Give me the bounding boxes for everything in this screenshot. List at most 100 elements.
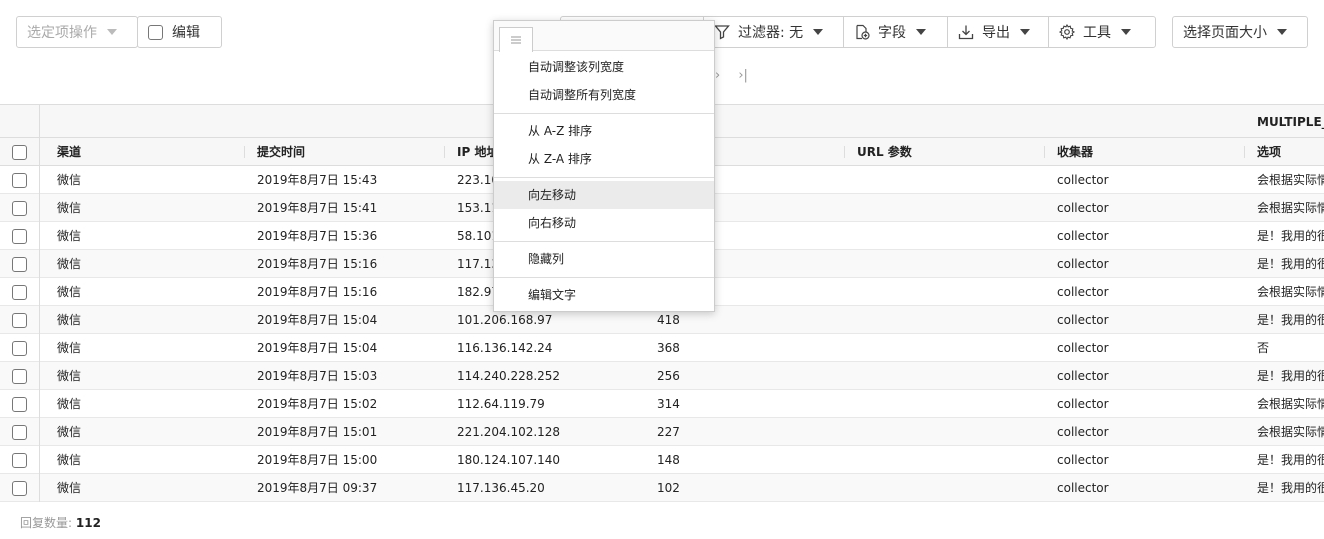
cell-submit-time: 2019年8月7日 15:41	[257, 201, 378, 215]
row-select-cell	[0, 222, 40, 250]
cell-channel: 微信	[57, 481, 82, 495]
row-checkbox[interactable]	[12, 256, 27, 272]
cell-option: 是！我用的很	[1257, 453, 1324, 467]
column-resizer[interactable]	[1244, 146, 1245, 158]
gear-icon	[1059, 24, 1075, 40]
cell-option: 会根据实际情	[1257, 397, 1324, 411]
row-checkbox[interactable]	[12, 368, 27, 384]
cell-submit-time: 2019年8月7日 15:36	[257, 229, 378, 243]
next-page-button[interactable]: ›	[715, 68, 720, 83]
cell-option: 是！我用的很	[1257, 481, 1324, 495]
table-row[interactable]: 微信 2019年8月7日 15:04 116.136.142.24 368 collec…	[0, 334, 1324, 362]
menu-item-autosize-column[interactable]: 自动调整该列宽度	[494, 53, 714, 81]
menu-item-move-left[interactable]: 向左移动	[494, 181, 714, 209]
cell-url-params: 256	[657, 369, 680, 383]
cell-collector: collector	[1057, 425, 1109, 439]
selected-ops-dropdown[interactable]: 选定项操作	[16, 16, 138, 48]
edit-checkbox[interactable]	[148, 24, 163, 40]
cell-collector: collector	[1057, 257, 1109, 271]
row-checkbox[interactable]	[12, 200, 27, 216]
menu-divider	[494, 277, 714, 278]
cell-url-params: 148	[657, 453, 680, 467]
column-header-channel[interactable]: 渠道	[57, 138, 81, 166]
cell-collector: collector	[1057, 341, 1109, 355]
menu-icon[interactable]	[499, 27, 533, 52]
menu-item-autosize-all-columns[interactable]: 自动调整所有列宽度	[494, 81, 714, 109]
cell-channel: 微信	[57, 453, 82, 467]
select-all-cell	[0, 138, 40, 166]
column-header-option[interactable]: 选项	[1257, 138, 1281, 166]
chevron-down-icon	[107, 29, 117, 35]
cell-collector: collector	[1057, 285, 1109, 299]
cell-option: 否	[1257, 341, 1270, 355]
cell-channel: 微信	[57, 313, 82, 327]
table-row[interactable]: 微信 2019年8月7日 09:37 117.136.45.20 102 collect…	[0, 474, 1324, 502]
filter-icon	[714, 24, 730, 40]
download-icon	[958, 24, 974, 40]
cell-ip: 114.240.228.252	[457, 369, 561, 383]
cell-ip: 112.64.119.79	[457, 397, 545, 411]
response-count-value: 112	[75, 516, 101, 530]
column-header-submit-time[interactable]: 提交时间	[257, 138, 305, 166]
menu-item-hide-column[interactable]: 隐藏列	[494, 245, 714, 273]
response-count: 回复数量: 112	[20, 514, 101, 531]
cell-option: 是！我用的很	[1257, 313, 1324, 327]
chevron-down-icon	[1121, 29, 1131, 35]
row-select-cell	[0, 446, 40, 474]
table-row[interactable]: 微信 2019年8月7日 15:00 180.124.107.140 148 colle…	[0, 446, 1324, 474]
menu-item-sort-a-z[interactable]: 从 A-Z 排序	[494, 117, 714, 145]
cell-option: 是！我用的很	[1257, 229, 1324, 243]
edit-label: 编辑	[172, 25, 200, 41]
menu-item-edit-text[interactable]: 编辑文字	[494, 281, 714, 309]
fields-dropdown[interactable]: 字段	[843, 16, 948, 48]
row-checkbox[interactable]	[12, 228, 27, 244]
cell-submit-time: 2019年8月7日 15:16	[257, 257, 378, 271]
row-checkbox[interactable]	[12, 284, 27, 300]
row-checkbox[interactable]	[12, 424, 27, 440]
column-resizer[interactable]	[244, 146, 245, 158]
menu-item-move-right[interactable]: 向右移动	[494, 209, 714, 237]
row-checkbox[interactable]	[12, 452, 27, 468]
cell-submit-time: 2019年8月7日 15:01	[257, 425, 378, 439]
row-checkbox[interactable]	[12, 480, 27, 496]
row-select-cell	[0, 194, 40, 222]
column-header-url-params[interactable]: URL 参数	[857, 138, 912, 166]
row-checkbox[interactable]	[12, 396, 27, 412]
filter-label: 过滤器: 无	[738, 25, 804, 41]
table-row[interactable]: 微信 2019年8月7日 15:03 114.240.228.252 256 colle…	[0, 362, 1324, 390]
edit-toggle[interactable]: 编辑	[137, 16, 222, 48]
page-size-dropdown[interactable]: 选择页面大小	[1172, 16, 1308, 48]
row-checkbox[interactable]	[12, 172, 27, 188]
group-header-spacer	[0, 105, 40, 138]
cell-channel: 微信	[57, 397, 82, 411]
cell-collector: collector	[1057, 173, 1109, 187]
chevron-down-icon	[916, 29, 926, 35]
last-page-button[interactable]: ›|	[738, 68, 748, 83]
chevron-down-icon	[813, 29, 824, 35]
cell-submit-time: 2019年8月7日 15:16	[257, 285, 378, 299]
row-checkbox[interactable]	[12, 312, 27, 328]
table-row[interactable]: 微信 2019年8月7日 15:01 221.204.102.128 227 colle…	[0, 418, 1324, 446]
cell-submit-time: 2019年8月7日 15:04	[257, 313, 378, 327]
tools-dropdown[interactable]: 工具	[1048, 16, 1156, 48]
row-select-cell	[0, 306, 40, 334]
cell-submit-time: 2019年8月7日 15:04	[257, 341, 378, 355]
cell-option: 会根据实际情	[1257, 285, 1324, 299]
table-row[interactable]: 微信 2019年8月7日 15:02 112.64.119.79 314 collect…	[0, 390, 1324, 418]
export-dropdown[interactable]: 导出	[947, 16, 1049, 48]
column-resizer[interactable]	[444, 146, 445, 158]
row-select-cell	[0, 334, 40, 362]
menu-tab-bar	[494, 21, 714, 52]
menu-item-sort-z-a[interactable]: 从 Z-A 排序	[494, 145, 714, 173]
cell-channel: 微信	[57, 201, 82, 215]
column-header-collector[interactable]: 收集器	[1057, 138, 1093, 166]
cell-channel: 微信	[57, 341, 82, 355]
column-resizer[interactable]	[1044, 146, 1045, 158]
response-count-label: 回复数量:	[20, 516, 73, 530]
menu-divider	[494, 113, 714, 114]
select-all-checkbox[interactable]	[12, 144, 27, 160]
row-checkbox[interactable]	[12, 340, 27, 356]
cell-channel: 微信	[57, 257, 82, 271]
column-resizer[interactable]	[844, 146, 845, 158]
filter-dropdown[interactable]: 过滤器: 无	[703, 16, 844, 48]
